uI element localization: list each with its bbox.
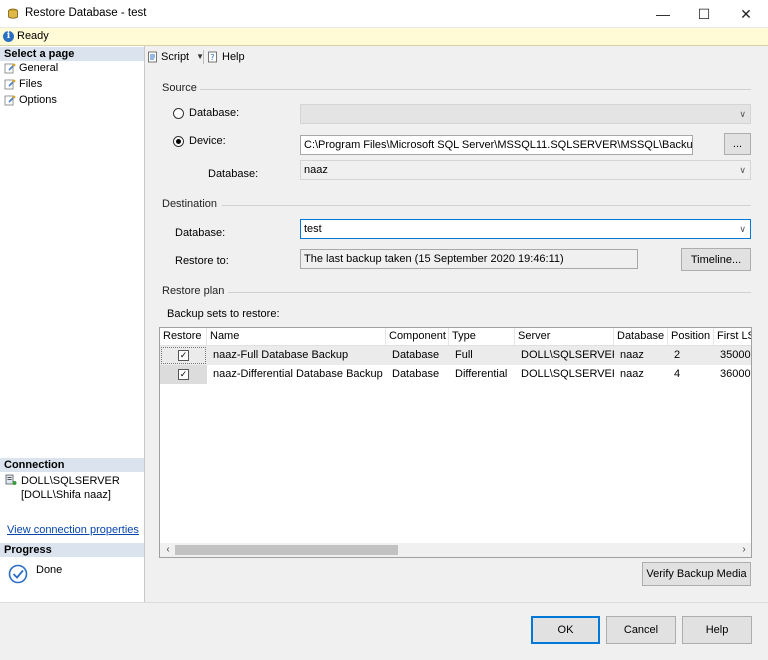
database-radio[interactable]: [173, 108, 184, 119]
browse-device-button[interactable]: ...: [724, 133, 751, 155]
page-general-label: General: [19, 62, 59, 74]
source-divider: [200, 89, 751, 90]
column-header-database[interactable]: Database: [614, 328, 668, 346]
page-general[interactable]: General: [4, 61, 58, 76]
status-bar: [0, 28, 768, 46]
page-options-label: Options: [19, 94, 57, 106]
done-check-icon: [8, 564, 28, 584]
info-icon: i: [3, 31, 14, 42]
script-button[interactable]: Script ▼: [147, 49, 204, 65]
column-header-restore[interactable]: Restore: [160, 328, 207, 346]
help-label: Help: [222, 51, 245, 63]
ok-button[interactable]: OK: [531, 616, 600, 644]
destination-divider: [222, 205, 751, 206]
column-header-name[interactable]: Name: [207, 328, 386, 346]
source-database-label: Database:: [189, 107, 240, 119]
row-position: 4: [674, 368, 681, 380]
status-text: Ready: [17, 30, 49, 42]
restore-plan-divider: [228, 292, 751, 293]
device-database-label: Database:: [208, 168, 259, 180]
left-pane: [0, 46, 145, 602]
select-page-header: Select a page: [0, 47, 144, 61]
help-toolbar-button[interactable]: ? Help: [207, 49, 245, 65]
scroll-left-icon[interactable]: ‹: [162, 543, 174, 557]
row-server: DOLL\SQLSERVER: [521, 349, 614, 361]
connection-user: [DOLL\Shifa naaz]: [21, 489, 111, 501]
page-files-label: Files: [19, 78, 43, 90]
progress-header: Progress: [0, 543, 144, 557]
connection-header: Connection: [0, 458, 144, 472]
device-database-dropdown[interactable]: naaz ∨: [300, 160, 751, 180]
window-title: Restore Database - test: [25, 7, 147, 19]
row-name: naaz-Full Database Backup: [213, 349, 349, 361]
restore-checkbox[interactable]: ✓: [178, 369, 189, 380]
help-button[interactable]: Help: [682, 616, 752, 644]
verify-backup-media-button[interactable]: Verify Backup Media: [642, 562, 751, 586]
chevron-down-icon: ∨: [739, 224, 746, 234]
view-connection-properties-link[interactable]: View connection properties: [7, 524, 139, 536]
destination-database-label: Database:: [175, 227, 226, 239]
device-database-value: naaz: [304, 164, 328, 176]
wrench-page-icon: [4, 79, 16, 90]
row-server: DOLL\SQLSERVER: [521, 368, 614, 380]
close-icon[interactable]: ✕: [727, 0, 765, 28]
row-component: Database: [392, 368, 440, 380]
cancel-button[interactable]: Cancel: [606, 616, 676, 644]
column-header-type[interactable]: Type: [449, 328, 515, 346]
chevron-down-icon: ∨: [739, 109, 746, 119]
connection-server: DOLL\SQLSERVER: [21, 475, 120, 487]
wrench-page-icon: [4, 63, 16, 74]
server-connection-icon: [5, 474, 17, 485]
destination-database-value: test: [304, 223, 322, 235]
page-files[interactable]: Files: [4, 77, 42, 92]
scrollbar-thumb[interactable]: [175, 545, 398, 555]
source-database-dropdown[interactable]: ∨: [300, 104, 751, 124]
destination-title: Destination: [162, 198, 218, 210]
restore-to-field: The last backup taken (15 September 2020…: [300, 249, 638, 269]
device-radio[interactable]: [173, 136, 184, 147]
timeline-button[interactable]: Timeline...: [681, 248, 751, 271]
column-header-server[interactable]: Server: [515, 328, 614, 346]
column-header-first-lsn[interactable]: First LS: [714, 328, 751, 346]
column-header-position[interactable]: Position: [668, 328, 714, 346]
backup-sets-label: Backup sets to restore:: [167, 308, 280, 320]
restore-checkbox[interactable]: ✓: [178, 350, 189, 361]
page-options[interactable]: Options: [4, 93, 57, 108]
restore-plan-title: Restore plan: [162, 285, 225, 297]
restore-to-label: Restore to:: [175, 255, 229, 267]
row-type: Full: [455, 349, 473, 361]
row-position: 2: [674, 349, 681, 361]
row-name: naaz-Differential Database Backup: [213, 368, 383, 380]
source-title: Source: [162, 82, 197, 94]
script-icon: [148, 51, 157, 63]
row-type: Differential: [455, 368, 508, 380]
svg-text:?: ?: [210, 53, 214, 62]
device-label: Device:: [189, 135, 226, 147]
chevron-down-icon: ∨: [739, 165, 746, 175]
destination-database-dropdown[interactable]: test ∨: [300, 219, 751, 239]
column-header-component[interactable]: Component: [386, 328, 449, 346]
minimize-icon[interactable]: —: [644, 0, 682, 28]
maximize-icon[interactable]: ☐: [685, 0, 723, 28]
row-database: naaz: [620, 368, 644, 380]
wrench-page-icon: [4, 95, 16, 106]
progress-status: Done: [36, 564, 63, 576]
toolbar-divider: [203, 50, 204, 64]
row-first-lsn: 360000: [720, 368, 751, 380]
help-icon: ?: [208, 51, 217, 63]
script-label: Script: [161, 51, 190, 63]
database-restore-icon: [8, 8, 18, 19]
row-component: Database: [392, 349, 440, 361]
row-database: naaz: [620, 349, 644, 361]
row-first-lsn: 350000: [720, 349, 751, 361]
scroll-right-icon[interactable]: ›: [738, 543, 750, 557]
device-path-field[interactable]: C:\Program Files\Microsoft SQL Server\MS…: [300, 135, 693, 155]
backup-sets-grid[interactable]: Restore Name Component Type Server Datab…: [159, 327, 752, 558]
